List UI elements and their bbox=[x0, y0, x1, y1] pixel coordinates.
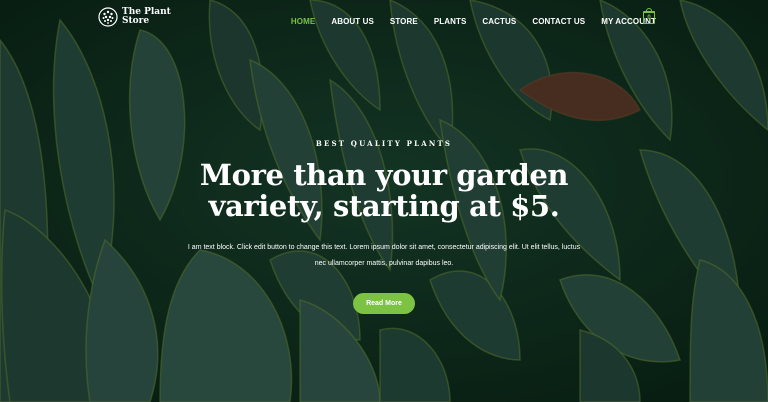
nav-item-store[interactable]: STORE bbox=[390, 17, 418, 26]
leaf-circle-logo-icon bbox=[98, 7, 118, 27]
nav-item-about-us[interactable]: ABOUT US bbox=[331, 17, 374, 26]
hero-section: The Plant Store HOME ABOUT US STORE PLAN… bbox=[0, 0, 768, 402]
hero-eyebrow: BEST QUALITY PLANTS bbox=[315, 139, 453, 148]
hero-content: BEST QUALITY PLANTS More than your garde… bbox=[0, 139, 768, 314]
site-logo[interactable]: The Plant Store bbox=[98, 7, 174, 27]
shopping-bag-icon[interactable]: 0 bbox=[643, 8, 655, 24]
site-header: The Plant Store HOME ABOUT US STORE PLAN… bbox=[0, 0, 768, 38]
nav-item-home[interactable]: HOME bbox=[291, 17, 315, 26]
logo-text: The Plant Store bbox=[122, 7, 171, 26]
hero-headline: More than your garden variety, starting … bbox=[199, 158, 569, 223]
nav-item-plants[interactable]: PLANTS bbox=[434, 17, 467, 26]
nav-item-contact-us[interactable]: CONTACT US bbox=[532, 17, 585, 26]
hero-body-text: I am text block. Click edit button to ch… bbox=[187, 244, 581, 267]
cart-count: 0 bbox=[647, 15, 651, 21]
read-more-button[interactable]: Read More bbox=[353, 293, 415, 314]
nav-item-cactus[interactable]: CACTUS bbox=[482, 17, 516, 26]
